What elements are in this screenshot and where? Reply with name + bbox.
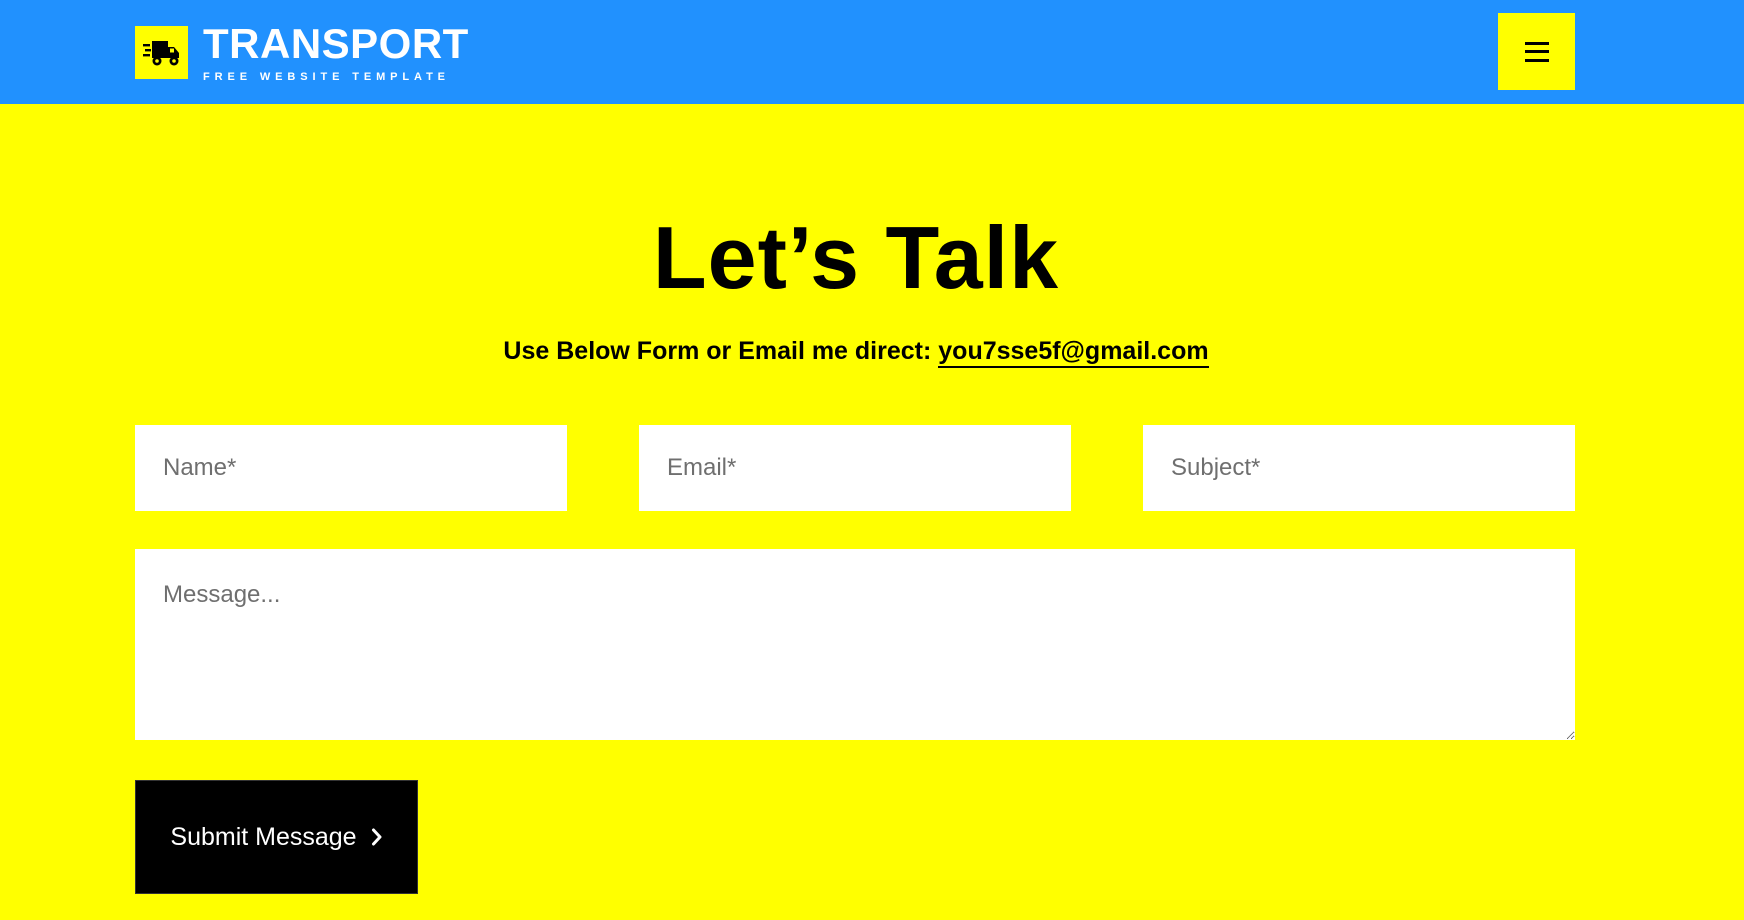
site-header: TRANSPORT FREE WEBSITE TEMPLATE xyxy=(0,0,1744,104)
site-logo[interactable]: TRANSPORT FREE WEBSITE TEMPLATE xyxy=(135,20,469,83)
contact-subtitle: Use Below Form or Email me direct: you7s… xyxy=(0,332,1712,370)
name-input[interactable] xyxy=(135,425,567,511)
delivery-truck-icon xyxy=(135,26,188,79)
chevron-right-icon xyxy=(371,828,383,846)
subtitle-text: Use Below Form or Email me direct: xyxy=(503,337,939,365)
message-textarea[interactable] xyxy=(135,549,1575,740)
logo-title: TRANSPORT xyxy=(203,20,469,67)
menu-button[interactable] xyxy=(1498,13,1575,90)
subject-input[interactable] xyxy=(1143,425,1575,511)
submit-message-button[interactable]: Submit Message xyxy=(135,780,418,894)
submit-label: Submit Message xyxy=(170,822,357,851)
logo-subtitle: FREE WEBSITE TEMPLATE xyxy=(203,71,450,83)
email-input[interactable] xyxy=(639,425,1071,511)
email-link[interactable]: you7sse5f@gmail.com xyxy=(938,337,1209,368)
page-title: Let’s Talk xyxy=(652,208,1060,307)
hamburger-menu-icon xyxy=(1524,41,1549,62)
